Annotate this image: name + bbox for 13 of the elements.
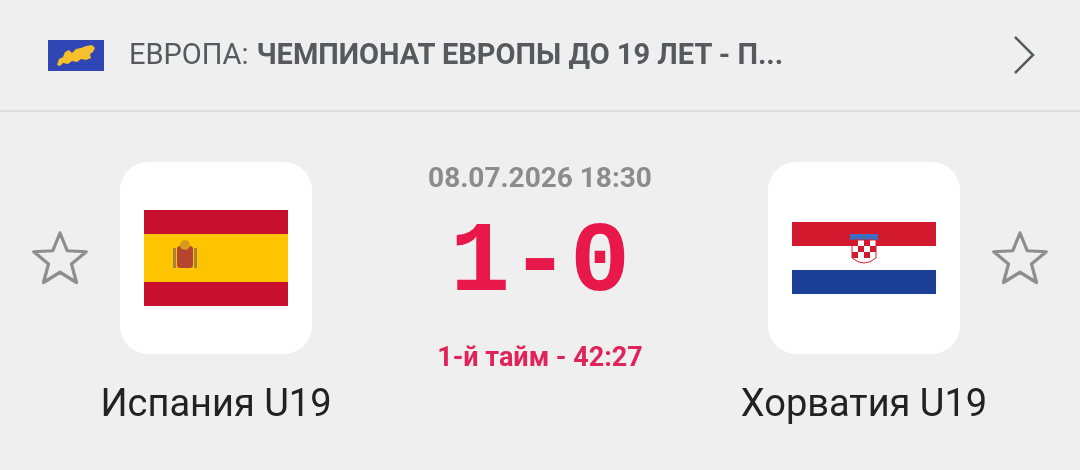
chevron-right-icon[interactable]	[1012, 35, 1036, 75]
match-period: 1-й тайм - 42:27	[437, 344, 643, 371]
flag-icon	[792, 222, 936, 294]
match-datetime: 08.07.2026 18:30	[428, 164, 652, 192]
match-score: 1-0	[450, 214, 630, 314]
team-name: Испания U19	[100, 384, 332, 422]
tournament-title[interactable]: ЧЕМПИОНАТ ЕВРОПЫ ДО 19 ЛЕТ - П...	[256, 33, 784, 77]
region-label: ЕВРОПА:	[129, 36, 249, 74]
favorite-star-icon[interactable]	[990, 229, 1050, 287]
team-name: Хорватия U19	[740, 384, 988, 422]
flag-icon	[144, 210, 288, 306]
region-flag-icon	[48, 39, 104, 71]
favorite-star-icon[interactable]	[30, 229, 90, 287]
